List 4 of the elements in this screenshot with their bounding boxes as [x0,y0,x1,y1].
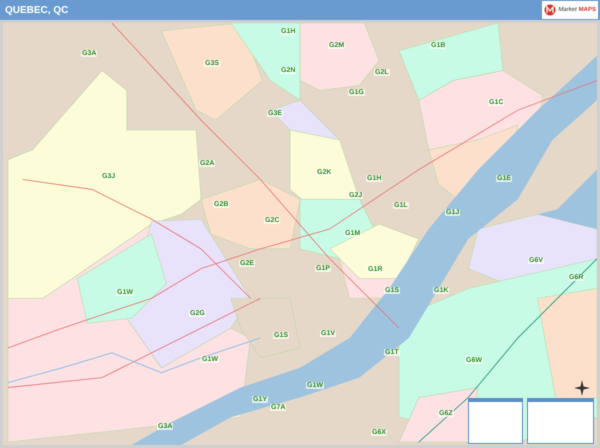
map-title: QUEBEC, QC [5,4,68,18]
index-panel [468,398,523,444]
compass-icon [574,380,590,396]
legend-panel [527,398,594,444]
